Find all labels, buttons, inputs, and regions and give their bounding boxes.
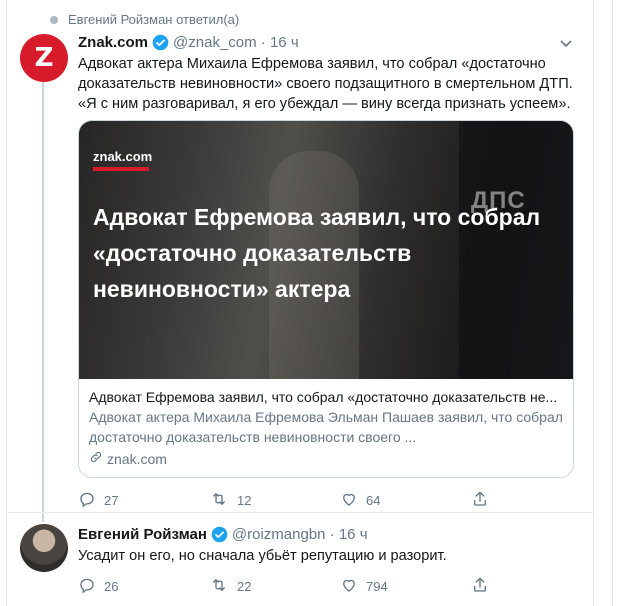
reply-count: 27 xyxy=(104,493,119,508)
reply-button[interactable]: 26 xyxy=(78,576,209,597)
retweet-button[interactable]: 22 xyxy=(209,576,340,597)
card-headline: Адвокат Ефремова заявил, что собрал «дос… xyxy=(93,204,541,302)
tweet-actions: 26 22 794 xyxy=(78,576,602,597)
like-button[interactable]: 64 xyxy=(340,490,471,511)
card-link-text: znak.com xyxy=(107,451,167,467)
tweet-text: Адвокат актера Михаила Ефремова заявил, … xyxy=(78,56,573,112)
author-name[interactable]: Евгений Ройзман xyxy=(78,526,207,543)
card-image: ДПС znak.com Адвокат Ефремова заявил, чт… xyxy=(79,121,573,379)
card-logo-bar xyxy=(93,167,149,171)
separator-dot: · xyxy=(325,526,339,543)
thread-connector xyxy=(42,82,44,522)
tweet-header: Евгений Ройзман @roizmangbn · 16 ч xyxy=(78,526,368,543)
author-name[interactable]: Znak.com xyxy=(78,34,148,51)
timestamp[interactable]: 16 ч xyxy=(270,34,299,51)
tweet-divider xyxy=(6,512,593,513)
dot-icon xyxy=(50,15,58,24)
retweet-count: 12 xyxy=(237,493,252,508)
share-button[interactable] xyxy=(471,490,602,511)
like-icon xyxy=(340,576,358,597)
reply-context-label: Евгений Ройзман ответил(а) xyxy=(68,12,240,27)
avatar[interactable] xyxy=(20,524,68,572)
timestamp[interactable]: 16 ч xyxy=(339,526,368,543)
column-divider xyxy=(612,0,613,606)
card-link[interactable]: znak.com xyxy=(89,449,565,469)
like-count: 64 xyxy=(366,493,381,508)
avatar[interactable]: Z xyxy=(20,34,68,82)
link-card[interactable]: ДПС znak.com Адвокат Ефремова заявил, чт… xyxy=(78,120,574,478)
share-button[interactable] xyxy=(471,576,602,597)
share-icon xyxy=(471,576,489,597)
like-button[interactable]: 794 xyxy=(340,576,471,597)
card-title: Адвокат Ефремова заявил, что собрал «дос… xyxy=(89,389,558,405)
reply-icon xyxy=(78,490,96,511)
retweet-icon xyxy=(209,490,229,511)
reply-context[interactable]: Евгений Ройзман ответил(а) xyxy=(50,12,240,27)
like-icon xyxy=(340,490,358,511)
card-body: Адвокат Ефремова заявил, что собрал «дос… xyxy=(89,387,565,469)
reply-button[interactable]: 27 xyxy=(78,490,209,511)
author-handle[interactable]: @roizmangbn xyxy=(232,526,326,543)
reply-icon xyxy=(78,576,96,597)
avatar-letter: Z xyxy=(34,43,54,73)
retweet-count: 22 xyxy=(237,579,252,594)
verified-icon xyxy=(211,526,228,543)
tweet-text: Усадит он его, но сначала убьёт репутаци… xyxy=(78,548,447,564)
chevron-down-icon[interactable] xyxy=(560,36,572,51)
link-icon xyxy=(89,449,103,469)
tweet-actions: 27 12 64 xyxy=(78,490,602,511)
share-icon xyxy=(471,490,489,511)
reply-count: 26 xyxy=(104,579,119,594)
separator-dot: · xyxy=(256,34,270,51)
tweet-header: Znak.com @znak_com · 16 ч xyxy=(78,34,299,51)
verified-icon xyxy=(152,34,169,51)
retweet-icon xyxy=(209,576,229,597)
retweet-button[interactable]: 12 xyxy=(209,490,340,511)
card-logo: znak.com xyxy=(93,149,153,164)
card-description: Адвокат актера Михаила Ефремова Эльман П… xyxy=(89,409,563,445)
like-count: 794 xyxy=(366,579,388,594)
author-handle[interactable]: @znak_com xyxy=(173,34,257,51)
